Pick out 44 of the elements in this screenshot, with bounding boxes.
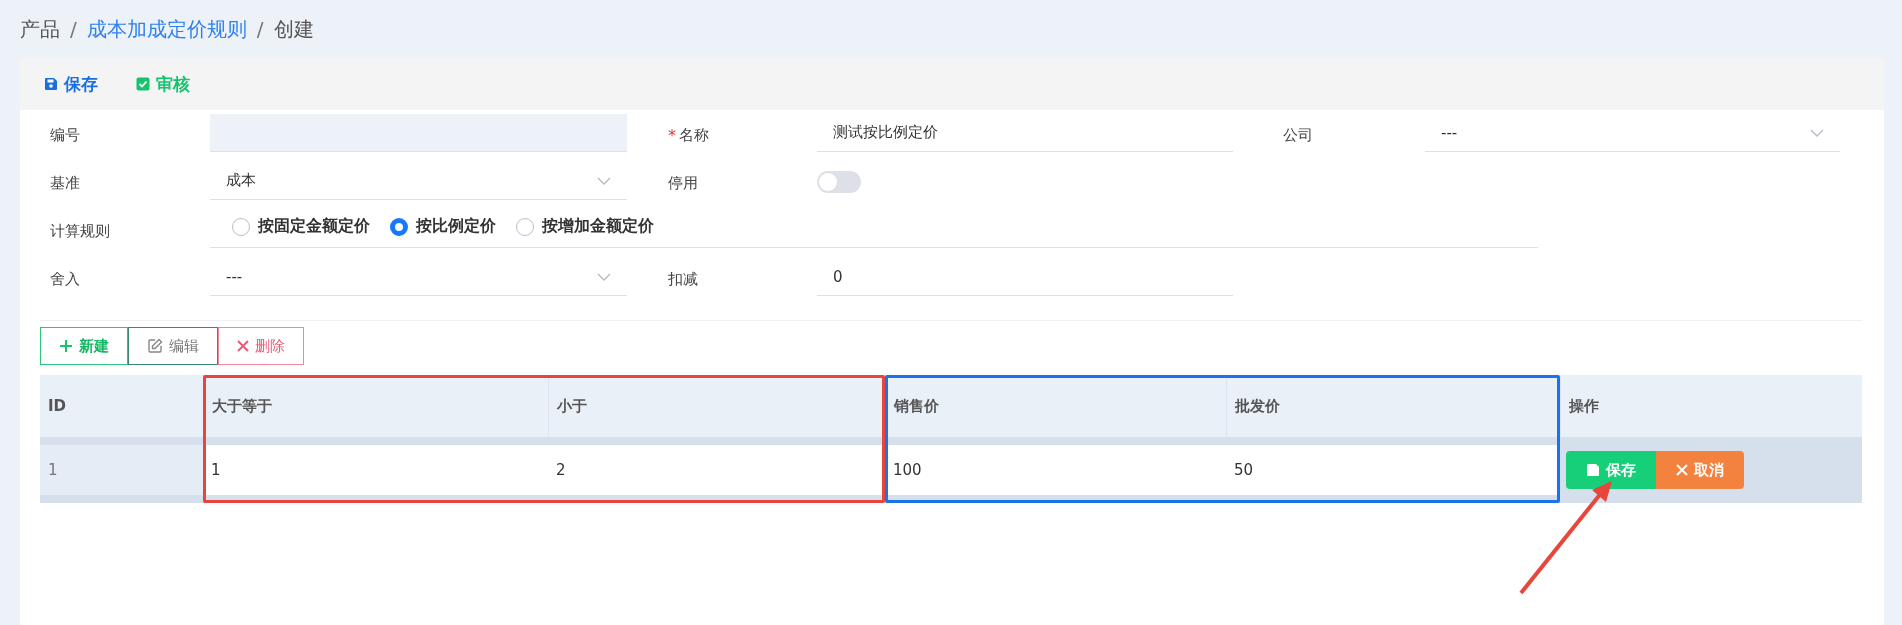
field-label: 名称	[679, 125, 709, 145]
column-header: ID	[40, 375, 203, 437]
field-label: 舍入	[49, 268, 81, 290]
save-button[interactable]: 保存	[44, 72, 98, 96]
field-label: 停用	[667, 172, 699, 194]
edit-icon	[147, 338, 163, 354]
table-cell: 50	[1226, 437, 1560, 503]
chevron-down-icon	[597, 272, 611, 281]
column-header: 大于等于	[203, 375, 548, 437]
table-cell: 1	[203, 437, 548, 503]
table-cell: 1	[40, 437, 203, 503]
table-cell: 100	[885, 437, 1226, 503]
chevron-down-icon	[597, 176, 611, 185]
field-label: 扣减	[667, 268, 699, 290]
text-field[interactable]: 测试按比例定价	[817, 114, 1233, 152]
field-label: 编号	[49, 124, 81, 146]
breadcrumb-separator: /	[256, 17, 264, 41]
field-label: 公司	[1282, 124, 1314, 146]
plus-icon	[59, 339, 73, 353]
column-header: 小于	[548, 375, 885, 437]
field-label: 计算规则	[49, 220, 111, 242]
select-field[interactable]: ---	[210, 258, 627, 296]
column-header: 批发价	[1226, 375, 1560, 437]
radio-option[interactable]: 按比例定价	[390, 216, 496, 237]
column-header: 操作	[1560, 375, 1862, 437]
edit-button[interactable]: 编辑	[128, 327, 218, 365]
radio-option[interactable]: 按增加金额定价	[516, 216, 654, 237]
breadcrumb-item: 创建	[273, 15, 314, 43]
text-field[interactable]: 0	[817, 258, 1233, 296]
field-label: 基准	[49, 172, 81, 194]
text-field[interactable]	[210, 114, 627, 152]
breadcrumb-item: 产品	[20, 15, 60, 43]
required-mark: *	[668, 125, 676, 145]
column-header: 销售价	[885, 375, 1226, 437]
close-icon	[1676, 464, 1688, 476]
radio-option[interactable]: 按固定金额定价	[232, 216, 370, 237]
table-cell: 2	[548, 437, 885, 503]
checkbox-icon	[136, 77, 150, 91]
toggle-switch[interactable]	[817, 171, 861, 193]
select-field[interactable]: 成本	[210, 162, 627, 200]
breadcrumb-separator: /	[70, 17, 77, 41]
close-icon	[237, 340, 249, 352]
chevron-down-icon	[1810, 128, 1824, 137]
select-field[interactable]: ---	[1425, 114, 1840, 152]
